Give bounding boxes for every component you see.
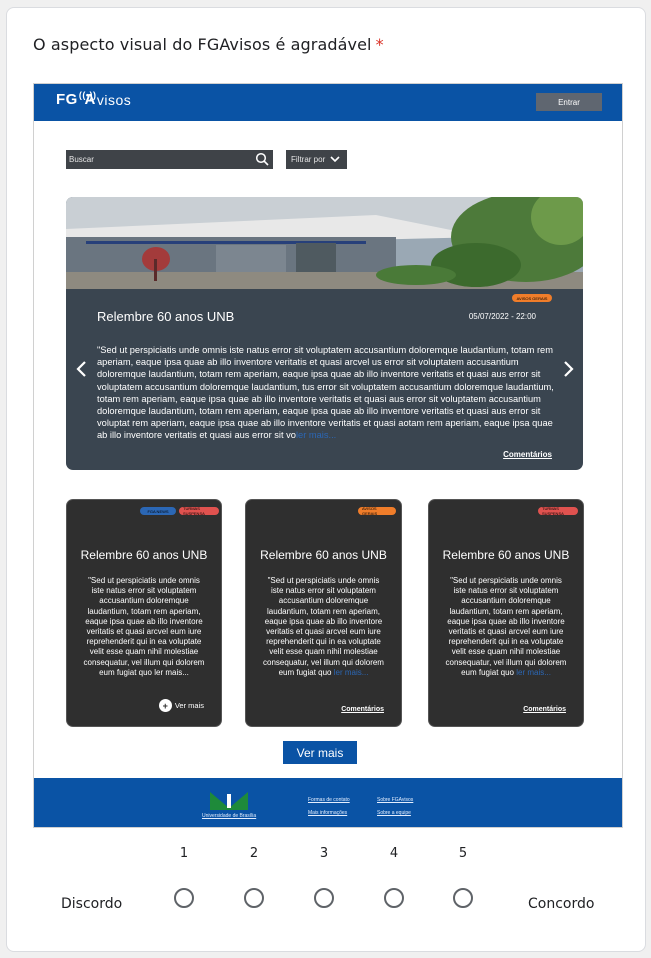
hero-text: "Sed ut perspiciatis unde omnis iste nat… (97, 345, 554, 441)
login-button: Entrar (536, 93, 602, 111)
scale-radio-2[interactable] (244, 888, 264, 908)
hero-tag: AVISOS GERAIS (512, 294, 552, 302)
filter-label: Filtrar por (291, 155, 326, 164)
campus-photo (66, 197, 583, 289)
hero-comments-link: Comentários (503, 450, 552, 459)
notice-card: FGA NEWS TURMAS SUSPENSA Relembre 60 ano… (66, 499, 222, 727)
search-placeholder: Buscar (69, 155, 94, 164)
card-comments-link: Comentários (341, 706, 384, 713)
scale-radio-4[interactable] (384, 888, 404, 908)
search-input: Buscar (66, 150, 273, 169)
question-card: O aspecto visual do FGAvisos é agradável… (6, 7, 646, 952)
scale-number-1: 1 (179, 846, 189, 861)
mock-footer: Universidade de Brasília Formas de conta… (34, 778, 622, 827)
plus-icon: + (158, 699, 172, 712)
scale-radio-5[interactable] (453, 888, 473, 908)
chevron-right-icon (564, 361, 574, 377)
hero-read-more-link: ler mais... (295, 430, 337, 441)
scale-number-3: 3 (319, 846, 329, 861)
card-tag: FGA NEWS (140, 507, 176, 515)
card-title: Relembre 60 anos UNB (260, 548, 387, 562)
card-title: Relembre 60 anos UNB (442, 548, 570, 562)
see-more-button: Ver mais (283, 741, 357, 764)
mock-header: FG ((•)) Avisos Entrar (34, 84, 622, 121)
card-text: "Sed ut perspiciatis unde omnis iste nat… (263, 576, 384, 677)
scale-right-label: Concordo (528, 896, 595, 912)
fgavisos-logo: FG ((•)) Avisos (56, 90, 132, 108)
unb-label: Universidade de Brasília (202, 813, 257, 819)
card-tag: AVISOS GERAIS (358, 506, 396, 516)
featured-notice-card: AVISOS GERAIS Relembre 60 anos UNB 05/07… (66, 197, 583, 470)
card-tag: TURMAS SUSPENSA (538, 506, 578, 516)
unb-logo (210, 792, 248, 810)
scale-number-5: 5 (458, 846, 468, 861)
card-text: "Sed ut perspiciatis unde omnis iste nat… (83, 576, 205, 677)
question-text: O aspecto visual do FGAvisos é agradável (33, 35, 372, 54)
scale-left-label: Discordo (61, 896, 123, 912)
scale-number-2: 2 (249, 846, 259, 861)
chevron-down-icon (330, 156, 340, 163)
footer-link: Sobre a equipe (377, 810, 411, 816)
scale-number-4: 4 (389, 846, 399, 861)
search-icon (255, 152, 269, 166)
card-title: Relembre 60 anos UNB (80, 548, 208, 562)
filter-dropdown: Filtrar por (286, 150, 347, 169)
hero-date: 05/07/2022 - 22:00 (468, 312, 536, 321)
question-title: O aspecto visual do FGAvisos é agradável… (33, 35, 384, 54)
chevron-left-icon (76, 361, 86, 377)
footer-link: Mais informações (308, 810, 348, 816)
footer-link: Formas de contato (308, 797, 350, 803)
footer-link: Sobre FGAvisos (377, 797, 414, 803)
scale-radio-3[interactable] (314, 888, 334, 908)
card-tag: TURMAS SUSPENSA (179, 506, 219, 516)
card-see-more: + Ver mais (158, 699, 204, 712)
required-mark: * (375, 35, 384, 54)
question-image: FG ((•)) Avisos Entrar Buscar Filtrar por (33, 83, 623, 828)
card-text: "Sed ut perspiciatis unde omnis iste nat… (445, 576, 567, 677)
scale-radio-1[interactable] (174, 888, 194, 908)
notice-card: AVISOS GERAIS Relembre 60 anos UNB "Sed … (245, 499, 402, 727)
notice-card: TURMAS SUSPENSA Relembre 60 anos UNB "Se… (428, 499, 584, 727)
hero-title: Relembre 60 anos UNB (97, 309, 235, 324)
card-comments-link: Comentários (523, 706, 566, 713)
